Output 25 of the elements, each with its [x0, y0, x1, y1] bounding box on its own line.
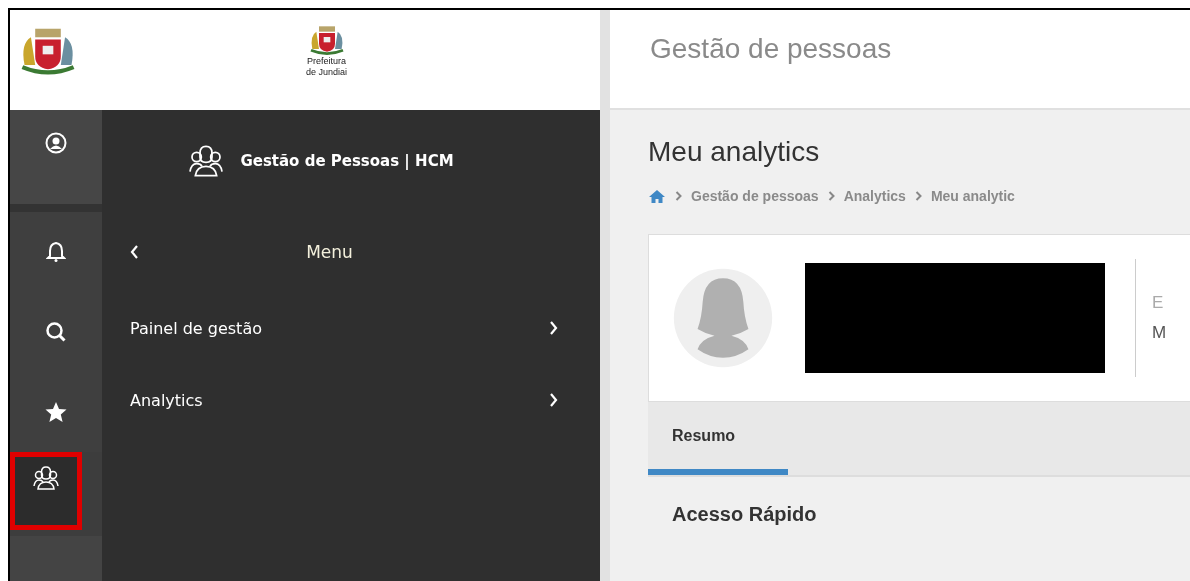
chevron-left-icon	[130, 245, 139, 259]
bell-icon	[46, 241, 66, 263]
home-icon[interactable]	[648, 188, 666, 204]
back-button[interactable]	[130, 245, 139, 259]
search-icon	[45, 321, 67, 343]
page-heading: Meu analytics	[648, 136, 821, 168]
menu-item[interactable]: Analytics	[102, 364, 600, 436]
page-title: Gestão de pessoas	[650, 33, 892, 65]
logo-text: Prefeitura de Jundiai	[306, 56, 348, 78]
chevron-right-icon	[827, 191, 835, 201]
app-title: Gestão de Pessoas | HCM	[240, 152, 454, 170]
menu-heading: Menu	[305, 242, 354, 262]
profile-detail-text: E	[1152, 293, 1165, 313]
people-icon	[33, 466, 59, 490]
chevron-right-icon	[549, 321, 558, 335]
user-icon	[45, 132, 67, 154]
rail-button[interactable]	[10, 452, 82, 530]
chevron-right-icon	[914, 191, 922, 201]
menu-item[interactable]: Painel de gestão	[102, 292, 600, 364]
chevron-right-icon	[549, 393, 558, 407]
star-icon	[45, 401, 67, 423]
people-icon	[188, 145, 225, 177]
chevron-right-icon	[675, 191, 682, 201]
section-heading: Acesso Rápido	[672, 503, 818, 526]
profile-detail-text: M	[1152, 323, 1167, 343]
